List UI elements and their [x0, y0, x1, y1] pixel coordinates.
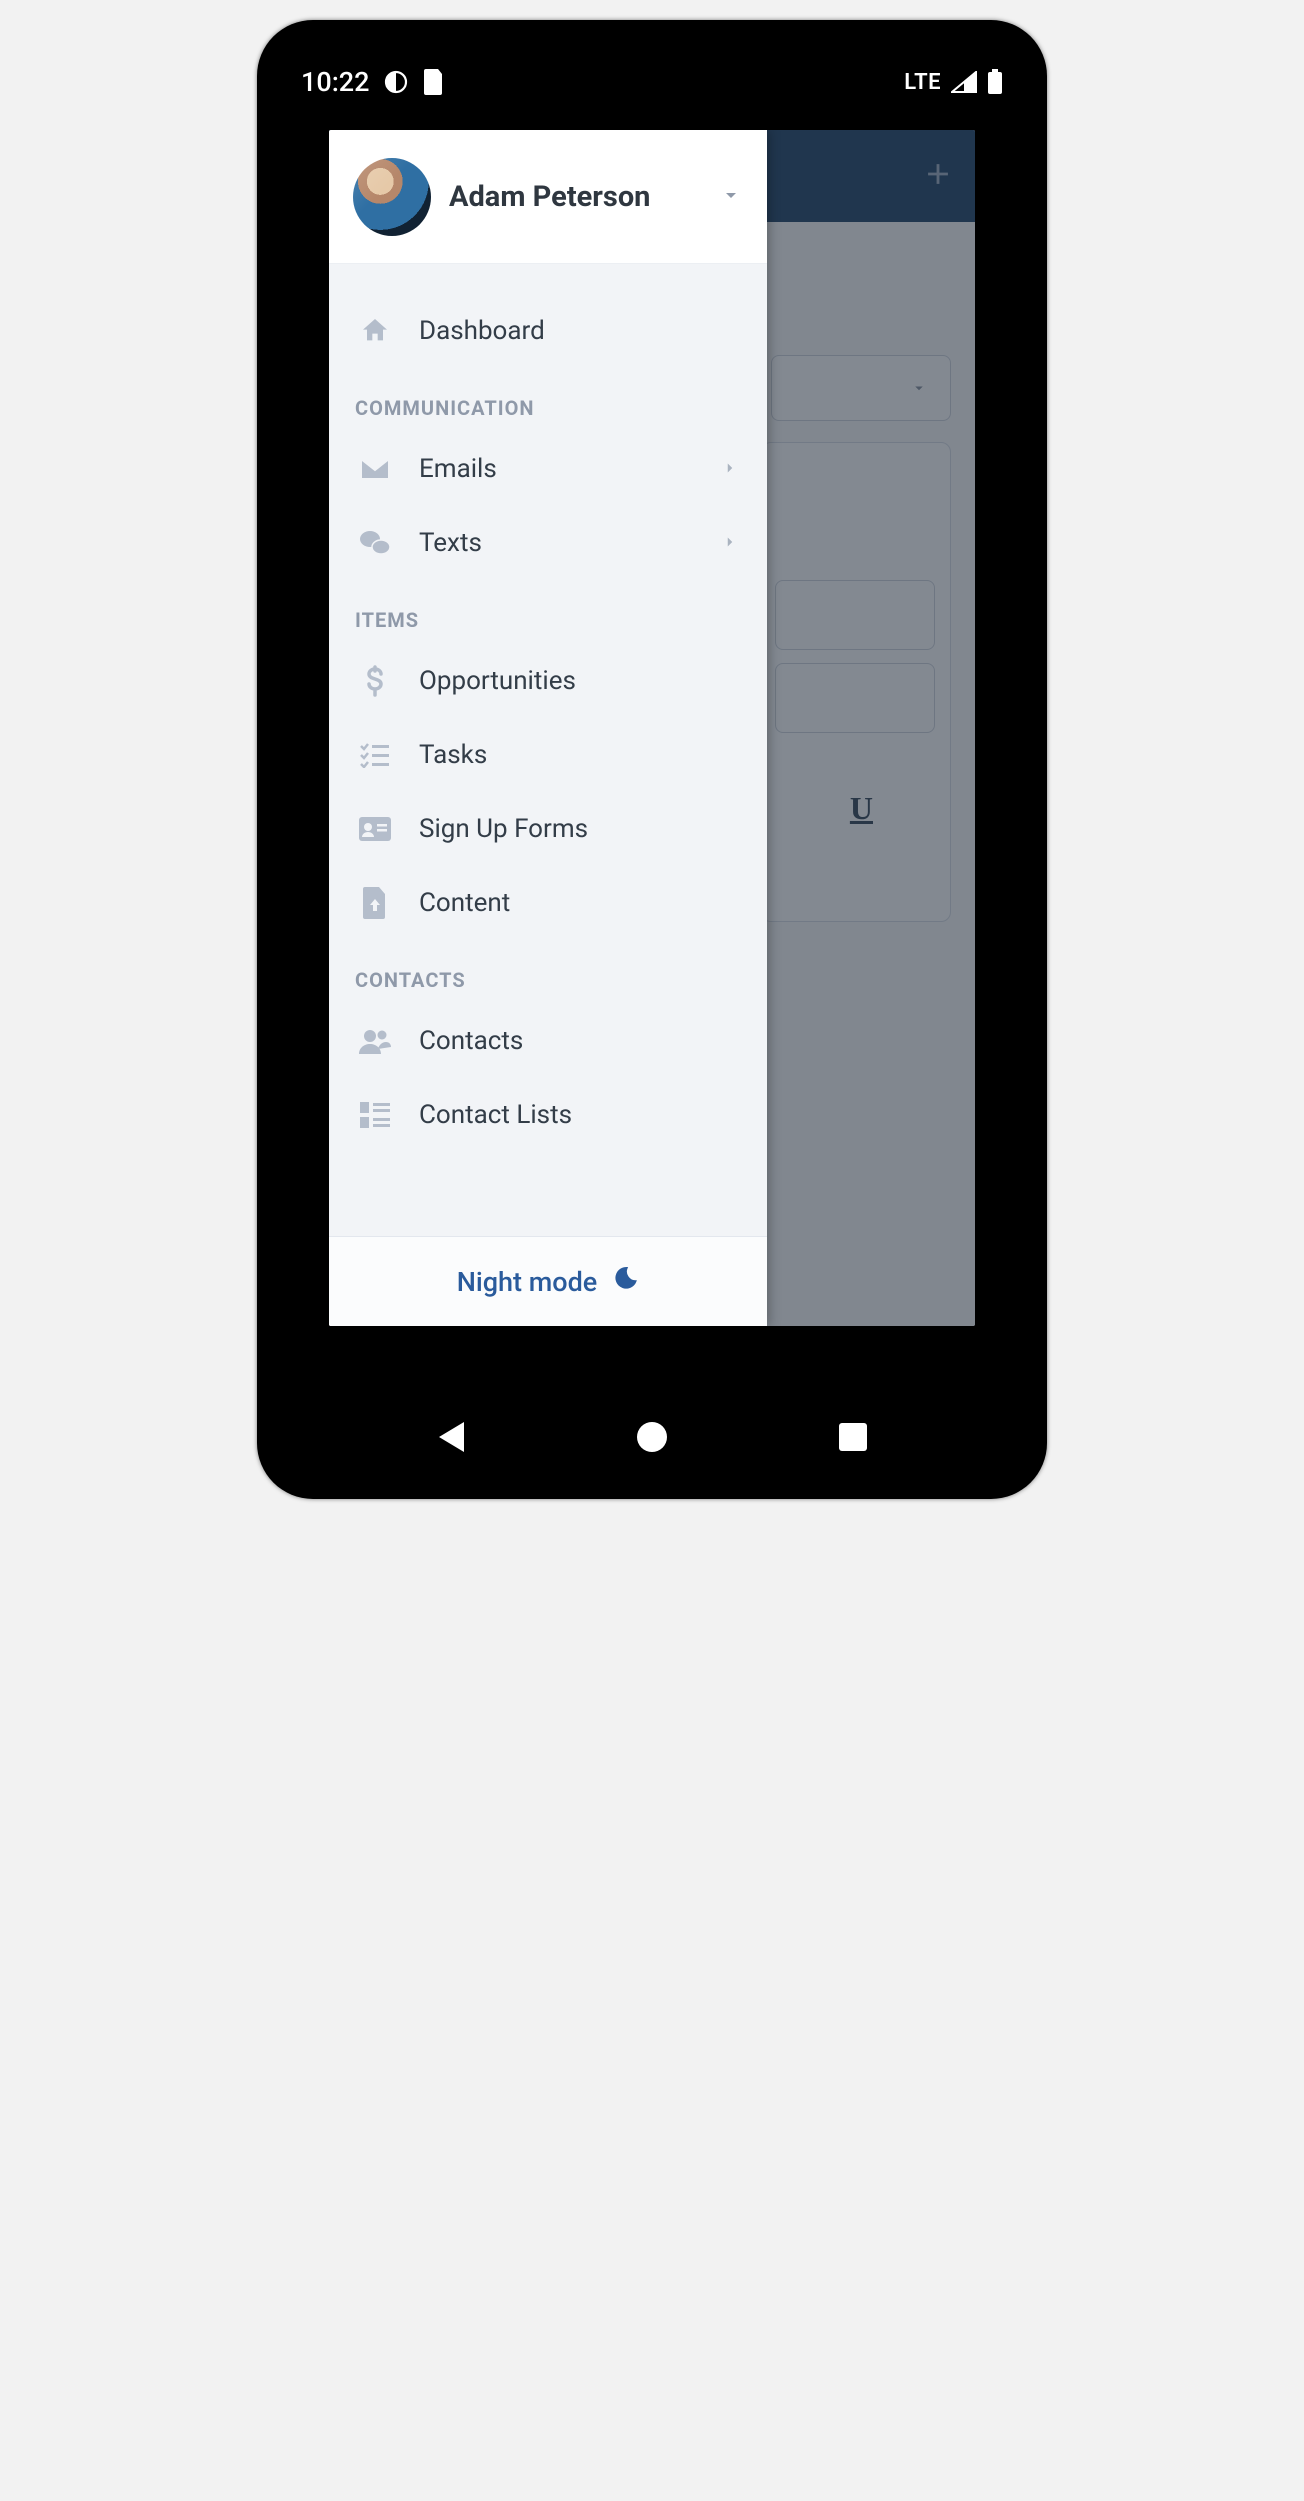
caret-down-icon	[719, 183, 743, 211]
nav-emails[interactable]: Emails	[329, 432, 767, 506]
system-nav-bar	[271, 1389, 1033, 1485]
nav-label: Dashboard	[419, 316, 545, 346]
nav-label: Texts	[419, 528, 482, 558]
nav-label: Sign Up Forms	[419, 814, 588, 844]
section-communication: COMMUNICATION	[329, 368, 767, 432]
nav-signup-forms[interactable]: Sign Up Forms	[329, 792, 767, 866]
signal-icon	[951, 71, 977, 93]
people-icon	[357, 1027, 393, 1055]
app-window: U Suite That Adam Peterson	[329, 130, 975, 1326]
nav-tasks[interactable]: Tasks	[329, 718, 767, 792]
nav-label: Tasks	[419, 740, 487, 770]
nav-contacts[interactable]: Contacts	[329, 1004, 767, 1078]
nav-label: Contact Lists	[419, 1100, 572, 1130]
battery-icon	[987, 69, 1003, 95]
sd-card-icon	[422, 69, 444, 95]
drawer-body: Dashboard COMMUNICATION Emails	[329, 264, 767, 1236]
file-upload-icon	[357, 887, 393, 919]
status-bar: 10:22 LTE	[271, 34, 1033, 130]
dollar-icon	[357, 665, 393, 697]
section-contacts: CONTACTS	[329, 940, 767, 1004]
checklist-icon	[357, 742, 393, 768]
nav-label: Opportunities	[419, 666, 576, 696]
nav-opportunities[interactable]: Opportunities	[329, 644, 767, 718]
tablet-frame: 10:22 LTE	[257, 20, 1047, 1499]
app-viewport: U Suite That Adam Peterson	[271, 130, 1033, 1389]
night-mode-toggle[interactable]: Night mode	[329, 1236, 767, 1326]
chevron-right-icon	[721, 528, 739, 558]
home-button[interactable]	[632, 1417, 672, 1457]
home-icon	[357, 315, 393, 347]
moon-icon	[613, 1265, 639, 1298]
mail-icon	[357, 457, 393, 481]
status-icon-contrast	[384, 70, 408, 94]
night-mode-label: Night mode	[457, 1266, 598, 1298]
avatar	[353, 158, 431, 236]
recents-button[interactable]	[833, 1417, 873, 1457]
drawer-user-header[interactable]: Adam Peterson	[329, 130, 767, 264]
list-grid-icon	[357, 1102, 393, 1128]
nav-label: Content	[419, 888, 510, 918]
card-icon	[357, 817, 393, 841]
chat-icon	[357, 529, 393, 557]
nav-label: Emails	[419, 454, 497, 484]
nav-label: Contacts	[419, 1026, 523, 1056]
back-button[interactable]	[431, 1417, 471, 1457]
nav-contact-lists[interactable]: Contact Lists	[329, 1078, 767, 1152]
nav-texts[interactable]: Texts	[329, 506, 767, 580]
network-label: LTE	[904, 70, 941, 95]
tablet-screen: 10:22 LTE	[271, 34, 1033, 1485]
navigation-drawer: Adam Peterson Dashboard COMMUNICATI	[329, 130, 767, 1326]
nav-content[interactable]: Content	[329, 866, 767, 940]
chevron-right-icon	[721, 454, 739, 484]
user-name: Adam Peterson	[449, 180, 701, 214]
nav-dashboard[interactable]: Dashboard	[329, 294, 767, 368]
status-time: 10:22	[301, 66, 370, 98]
section-items: ITEMS	[329, 580, 767, 644]
